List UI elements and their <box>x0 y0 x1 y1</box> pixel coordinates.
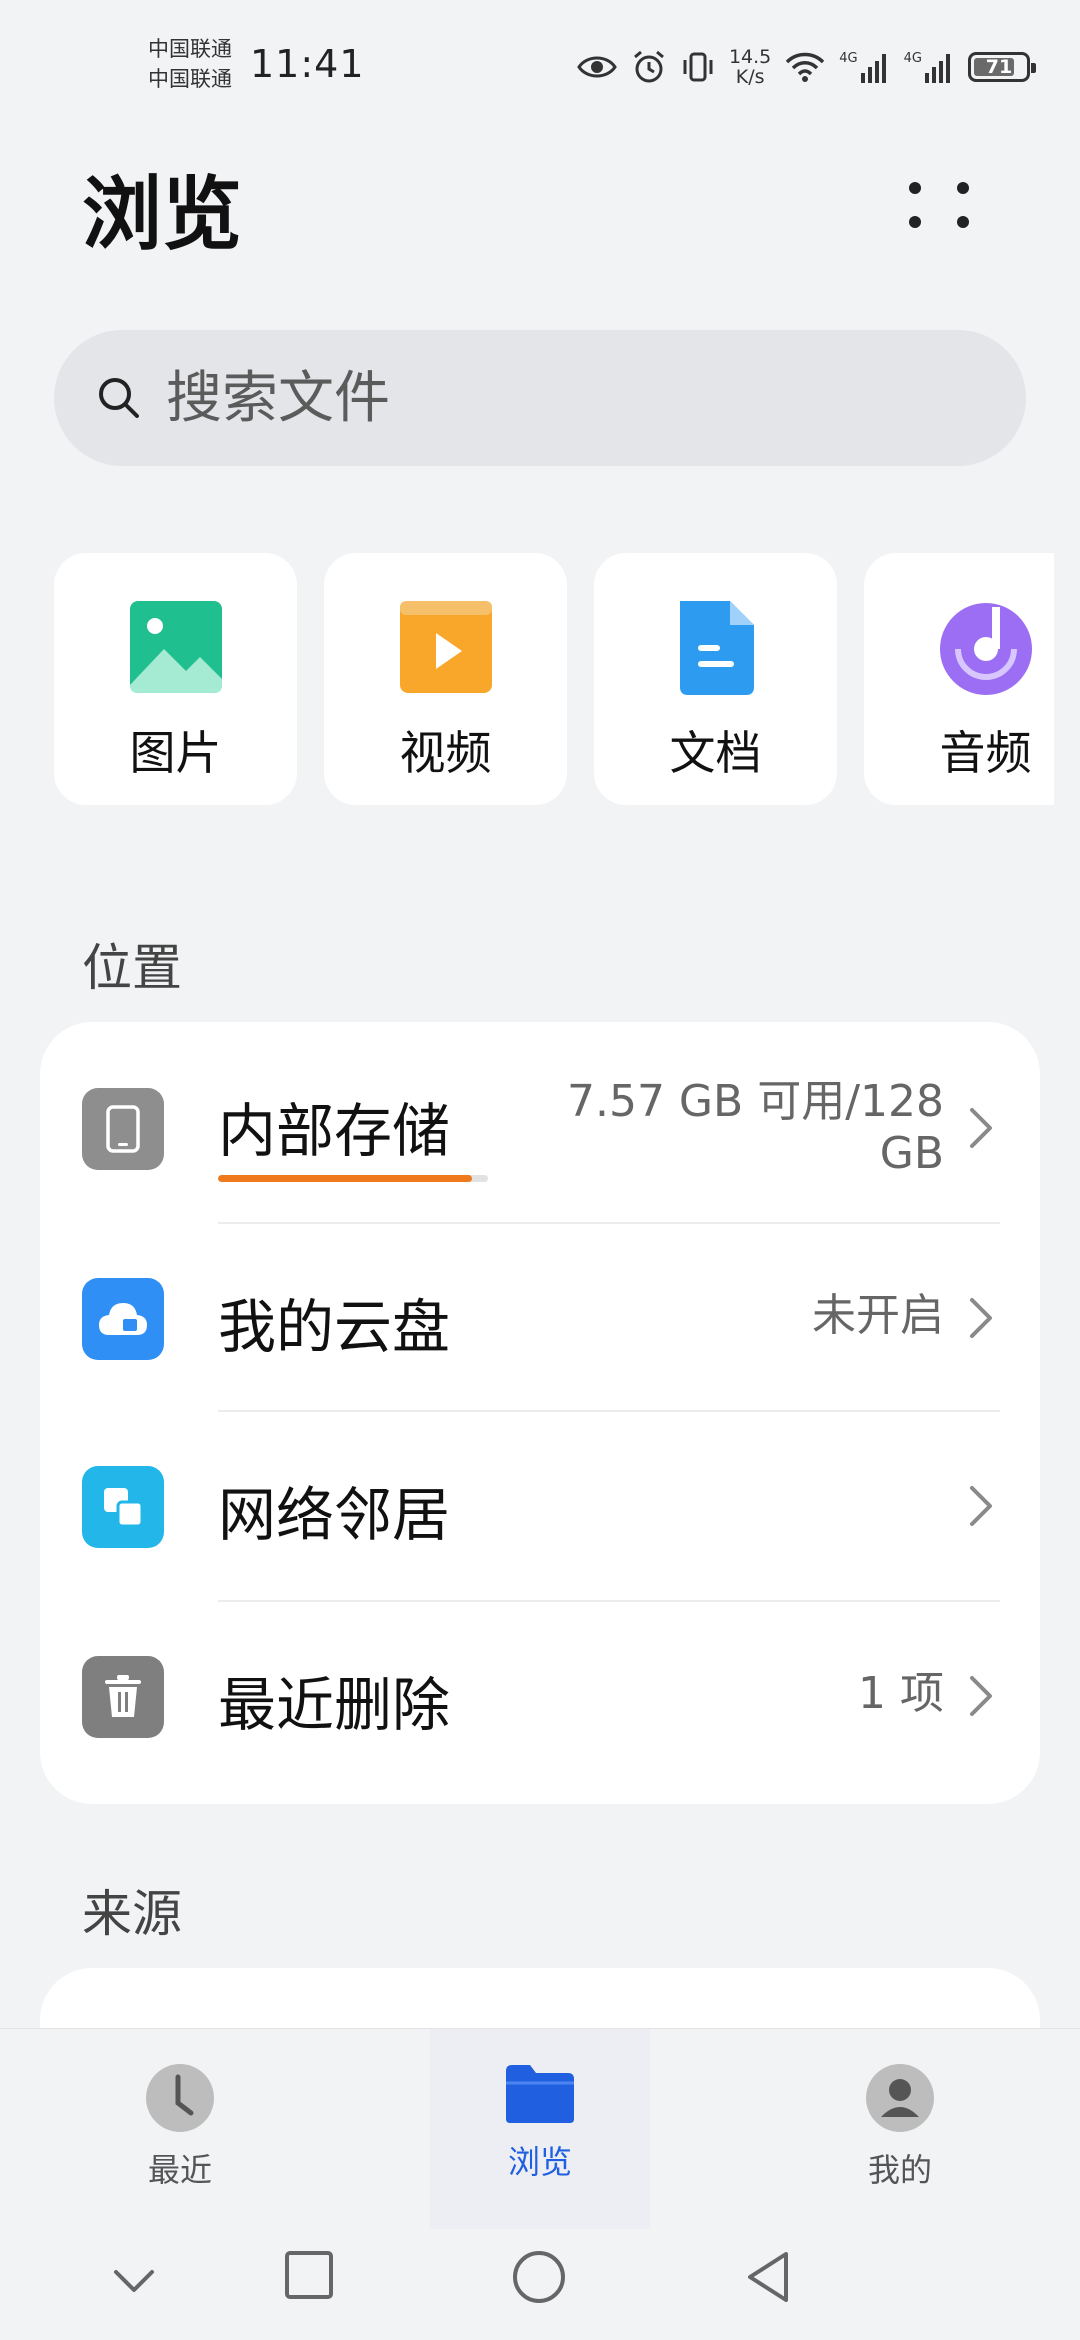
sources-heading: 来源 <box>82 1885 182 1943</box>
tab-label: 浏览 <box>507 2143 572 2181</box>
image-icon <box>129 601 222 693</box>
category-images[interactable]: 图片 <box>54 553 297 805</box>
location-name: 网络邻居 <box>218 1481 451 1549</box>
alarm-icon <box>634 50 664 83</box>
audio-icon <box>939 603 1032 695</box>
folder-icon <box>506 2065 574 2123</box>
chevron-right-icon <box>970 1676 992 1716</box>
status-bar: 中国联通 中国联通 11:41 14.5 K/s 4G 4G 71 <box>0 0 1080 130</box>
home-icon[interactable] <box>512 2250 566 2304</box>
status-icons: 14.5 K/s 4G 4G 71 <box>577 42 1036 92</box>
location-status: 未开启 <box>812 1290 944 1341</box>
category-label: 音频 <box>939 726 1032 780</box>
signal-icon <box>925 54 950 83</box>
location-name: 最近删除 <box>218 1671 451 1739</box>
category-label: 视频 <box>399 726 492 780</box>
storage-available-line1: 7.57 GB 可用/128 <box>566 1076 944 1127</box>
document-icon <box>679 601 754 695</box>
page-title: 浏览 <box>82 168 242 261</box>
search-input[interactable] <box>166 365 866 431</box>
video-icon <box>399 601 492 693</box>
location-recently-deleted[interactable]: 最近删除 1 项 <box>40 1600 1040 1790</box>
carrier-labels: 中国联通 中国联通 <box>148 34 232 94</box>
profile-icon <box>866 2064 934 2132</box>
category-videos[interactable]: 视频 <box>324 553 567 805</box>
system-navigation-bar <box>0 2228 1080 2340</box>
carrier-1: 中国联通 <box>148 37 232 61</box>
storage-available-line2: GB <box>879 1128 944 1179</box>
bottom-navigation: 最近 浏览 我的 <box>0 2028 1080 2229</box>
location-name: 内部存储 <box>218 1097 451 1165</box>
status-time: 11:41 <box>250 42 365 86</box>
battery-icon: 71 <box>968 52 1036 82</box>
signal-1-label: 4G <box>839 51 858 66</box>
dot-icon <box>957 182 969 194</box>
location-network-neighborhood[interactable]: 网络邻居 <box>40 1410 1040 1600</box>
wifi-icon <box>786 52 825 82</box>
signal-2-label: 4G <box>903 51 922 66</box>
tab-browse[interactable]: 浏览 <box>430 2029 650 2229</box>
category-row: 图片 视频 文档 音频 <box>54 553 1054 808</box>
battery-level: 71 <box>985 56 1013 78</box>
network-icon <box>82 1466 164 1548</box>
net-speed-value: 14.5 <box>728 46 772 68</box>
eye-icon <box>577 56 617 78</box>
cloud-icon <box>82 1278 164 1360</box>
clock-icon <box>146 2064 214 2132</box>
trash-icon <box>82 1656 164 1738</box>
signal-icon <box>860 54 886 83</box>
tab-recent[interactable]: 最近 <box>70 2029 290 2229</box>
search-icon <box>99 378 139 418</box>
location-cloud-drive[interactable]: 我的云盘 未开启 <box>40 1222 1040 1412</box>
location-count: 1 项 <box>858 1668 944 1719</box>
net-speed: 14.5 K/s <box>729 47 771 87</box>
signal-1: 4G <box>839 51 889 83</box>
storage-usage-bar <box>218 1175 488 1182</box>
chevron-right-icon <box>970 1298 992 1338</box>
location-internal-storage[interactable]: 内部存储 7.57 GB 可用/128 GB <box>40 1022 1040 1212</box>
category-audio[interactable]: 音频 <box>864 553 1054 805</box>
vibrate-icon <box>683 52 713 82</box>
category-label: 文档 <box>669 726 762 780</box>
tab-mine[interactable]: 我的 <box>790 2029 1010 2229</box>
chevron-right-icon <box>970 1108 992 1148</box>
location-name: 我的云盘 <box>218 1293 451 1361</box>
back-icon[interactable] <box>744 2250 792 2304</box>
tab-label: 最近 <box>147 2151 212 2189</box>
dot-icon <box>957 216 969 228</box>
recent-apps-icon[interactable] <box>284 2250 334 2300</box>
tab-label: 我的 <box>867 2151 932 2189</box>
category-documents[interactable]: 文档 <box>594 553 837 805</box>
net-speed-unit: K/s <box>735 66 765 88</box>
chevron-right-icon <box>970 1486 992 1526</box>
more-options-button[interactable] <box>900 165 980 245</box>
category-label: 图片 <box>129 726 222 780</box>
dot-icon <box>909 182 921 194</box>
phone-icon <box>82 1088 164 1170</box>
storage-available: 7.57 GB 可用/128 GB <box>567 1076 944 1180</box>
chevron-down-icon[interactable] <box>112 2268 156 2294</box>
carrier-2: 中国联通 <box>148 67 232 91</box>
dot-icon <box>909 216 921 228</box>
signal-2: 4G <box>904 51 954 83</box>
search-bar[interactable] <box>54 330 1026 466</box>
locations-card: 内部存储 7.57 GB 可用/128 GB 我的云盘 未开启 网络邻居 最近删… <box>40 1022 1040 1804</box>
locations-heading: 位置 <box>82 939 182 997</box>
